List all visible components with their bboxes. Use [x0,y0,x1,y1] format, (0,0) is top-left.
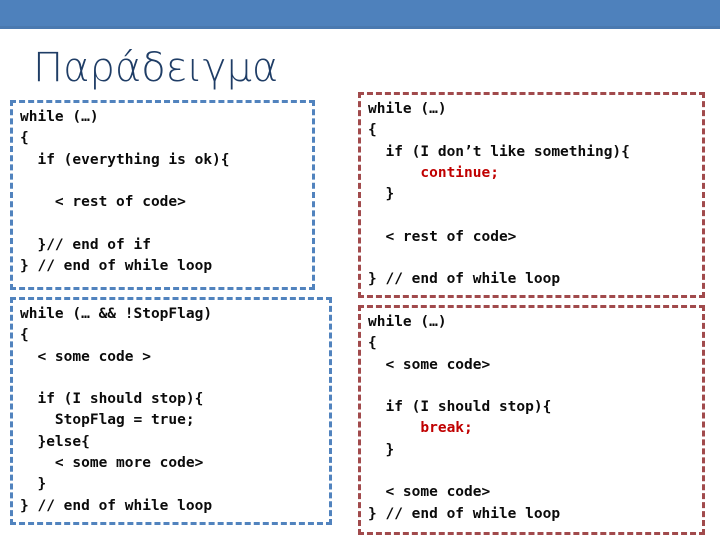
code-line: { [368,335,377,352]
code-line: if (I should stop){ [20,391,204,408]
code-line: while (…) [20,109,99,125]
code-line: < rest of code> [20,194,186,211]
header-bar-shade [0,26,720,29]
page-title: Παράδειγμα [33,45,279,91]
code-line: } // end of while loop [368,271,561,288]
code-block-bottom-right: while (…) { < some code> if (I should sto… [358,305,705,535]
code-lines-top-right: while (…){ if (I don’t like something){ … [361,95,702,291]
code-line: } // end of while loop [20,497,213,514]
code-line: < some more code> [20,455,204,472]
code-lines-bottom-right: while (…) { < some code> if (I should sto… [361,308,702,525]
code-block-top-left: while (…) { if (everything is ok){ < rest… [10,100,315,290]
code-line: if (everything is ok){ [20,151,230,168]
code-line: continue; [368,163,702,184]
code-line: if (I don’t like something){ [368,143,630,160]
code-line: while (…) [368,101,447,117]
code-keyword: continue [420,164,491,181]
code-lines-top-left: while (…) { if (everything is ok){ < rest… [13,103,312,277]
code-lines-bottom-left: while (… && !StopFlag) { < some code > if… [13,300,329,517]
code-line: while (…) [368,314,447,330]
code-line: }else{ [20,433,90,450]
code-line: < some code> [368,484,491,501]
code-line: < some code > [20,348,151,365]
code-punctuation: ; [464,420,473,437]
code-line: while (… && !StopFlag) [20,306,213,322]
code-line: { [20,327,29,344]
code-line: } [368,186,395,203]
code-line: } [368,441,395,458]
header-bar [0,0,720,29]
code-line: }// end of if [20,236,151,253]
code-line: break; [368,418,702,439]
code-line: } // end of while loop [20,258,213,275]
code-line: } // end of while loop [368,505,561,522]
code-line: if (I should stop){ [368,399,552,416]
code-block-bottom-left: while (… && !StopFlag) { < some code > if… [10,297,332,525]
code-line: } [20,476,47,493]
code-line: StopFlag = true; [20,412,195,429]
code-line: { [20,130,29,147]
slide-canvas: Παράδειγμα while (…) { if (everything is … [0,0,720,540]
code-line: < rest of code> [368,228,517,245]
code-keyword: break [420,420,465,437]
code-line: < some code> [368,356,491,373]
code-punctuation: ; [490,164,499,181]
code-block-top-right: while (…){ if (I don’t like something){ … [358,92,705,298]
code-line: { [368,122,377,139]
